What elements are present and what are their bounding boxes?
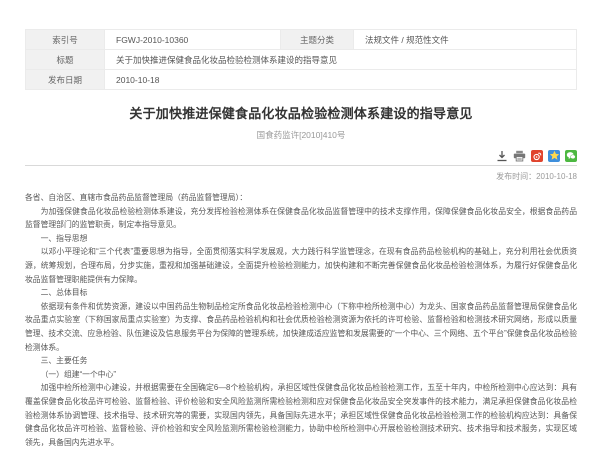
print-icon[interactable] bbox=[513, 150, 526, 162]
document-number: 国食药监许[2010]410号 bbox=[25, 129, 577, 141]
title-label: 标题 bbox=[26, 50, 105, 70]
article-toolbar bbox=[25, 149, 577, 162]
article-paragraph: 以邓小平理论和“三个代表”重要思想为指导，全面贯彻落实科学发展观，大力践行科学监… bbox=[25, 245, 577, 286]
subject-category-label: 主题分类 bbox=[281, 30, 354, 50]
subject-category-value: 法规文件 / 规范性文件 bbox=[354, 30, 577, 50]
publish-time: 发布时间：2010-10-18 bbox=[25, 171, 577, 182]
document-page: 索引号 FGWJ-2010-10360 主题分类 法规文件 / 规范性文件 标题… bbox=[0, 0, 600, 450]
publish-time-value: 2010-10-18 bbox=[536, 172, 577, 181]
page-title: 关于加快推进保健食品化妆品检验检测体系建设的指导意见 bbox=[25, 103, 577, 122]
metadata-table: 索引号 FGWJ-2010-10360 主题分类 法规文件 / 规范性文件 标题… bbox=[25, 29, 577, 90]
section-heading: 二、总体目标 bbox=[25, 286, 577, 300]
download-icon[interactable] bbox=[496, 150, 508, 162]
divider bbox=[25, 165, 577, 166]
table-row: 标题 关于加快推进保健食品化妆品检验检测体系建设的指导意见 bbox=[26, 50, 577, 70]
article-paragraph: 各省、自治区、直辖市食品药品监督管理局（药品监督管理局）： bbox=[25, 191, 577, 205]
title-value: 关于加快推进保健食品化妆品检验检测体系建设的指导意见 bbox=[105, 50, 577, 70]
subsection-heading: （一）组建“一个中心” bbox=[25, 368, 577, 382]
publish-date-value: 2010-10-18 bbox=[105, 70, 577, 90]
article-paragraph: 为加强保健食品化妆品检验检测体系建设，充分发挥检验检测体系在保健食品化妆品监督管… bbox=[25, 205, 577, 232]
index-number-label: 索引号 bbox=[26, 30, 105, 50]
section-heading: 三、主要任务 bbox=[25, 354, 577, 368]
table-row: 发布日期 2010-10-18 bbox=[26, 70, 577, 90]
table-row: 索引号 FGWJ-2010-10360 主题分类 法规文件 / 规范性文件 bbox=[26, 30, 577, 50]
qzone-share-icon[interactable] bbox=[548, 150, 560, 162]
article-paragraph: 依据现有条件和优势资源，建设以中国药品生物制品检定所食品化妆品检验检测中心（下称… bbox=[25, 300, 577, 354]
section-heading: 一、指导思想 bbox=[25, 232, 577, 246]
article-body: 各省、自治区、直辖市食品药品监督管理局（药品监督管理局）： 为加强保健食品化妆品… bbox=[25, 191, 577, 449]
wechat-share-icon[interactable] bbox=[565, 150, 577, 162]
publish-date-label: 发布日期 bbox=[26, 70, 105, 90]
index-number-value: FGWJ-2010-10360 bbox=[105, 30, 281, 50]
weibo-share-icon[interactable] bbox=[531, 150, 543, 162]
article-paragraph: 加强中检所检测中心建设，并根据需要在全国确定6—8个检验机构，承担区域性保健食品… bbox=[25, 381, 577, 449]
publish-time-label: 发布时间： bbox=[496, 172, 536, 181]
